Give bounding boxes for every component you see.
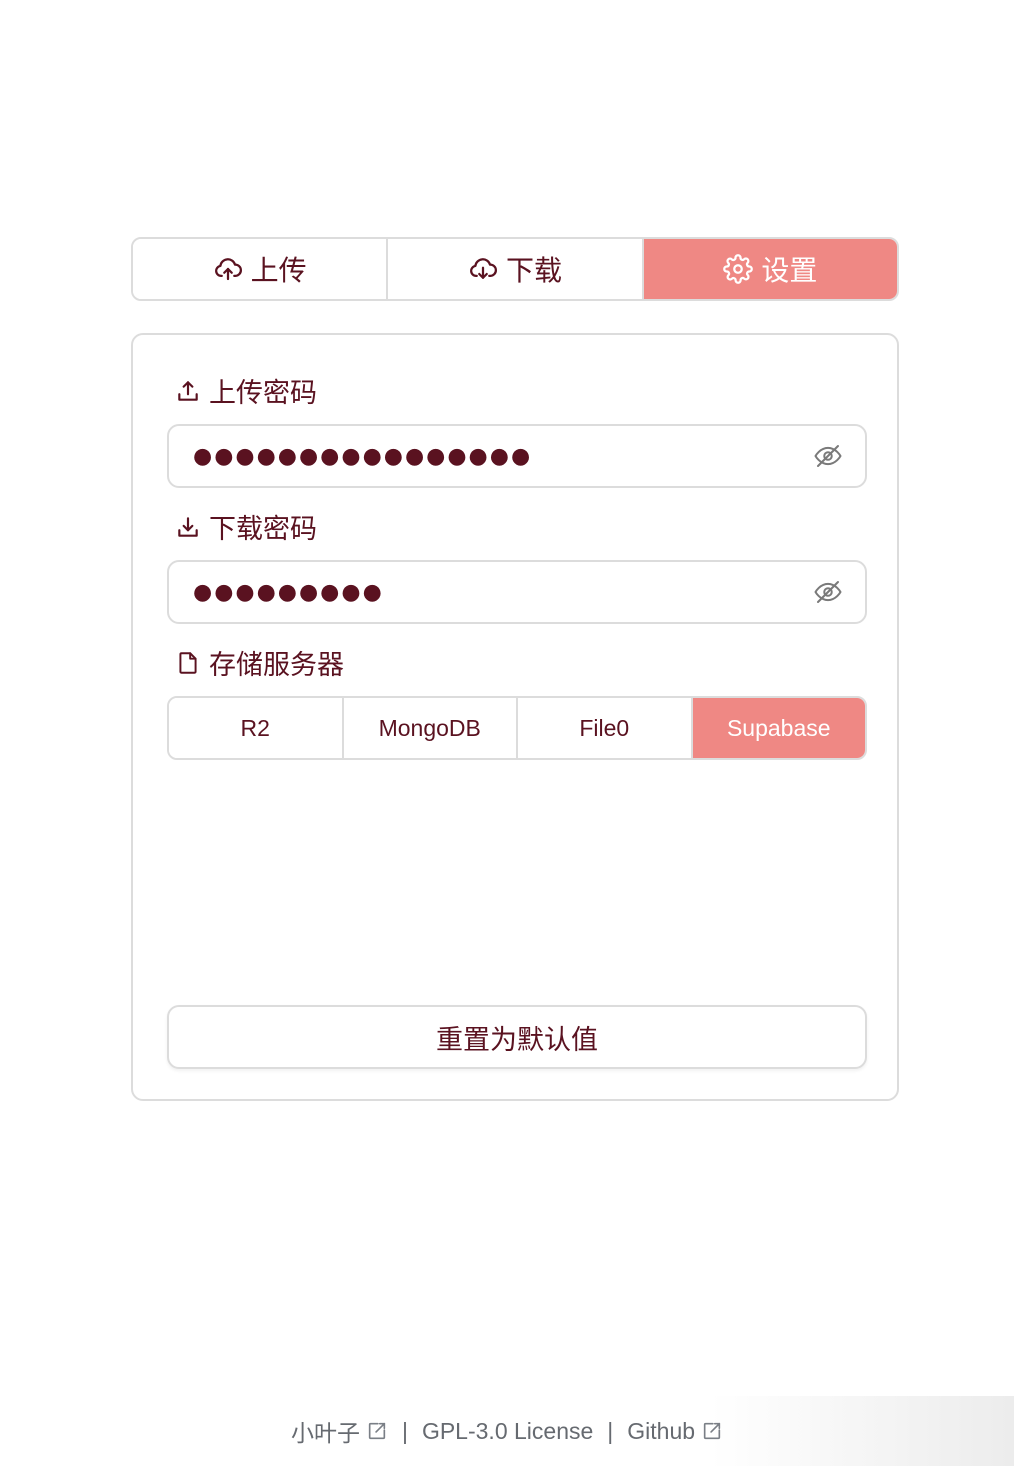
author-link[interactable]: 小叶子 xyxy=(291,1414,388,1448)
tab-download-label: 下载 xyxy=(505,254,562,287)
tab-settings[interactable]: 设置 xyxy=(641,239,897,299)
download-icon xyxy=(178,516,198,537)
main-tabs: 上传 下载 设置 xyxy=(131,237,899,301)
github-link[interactable]: Github xyxy=(627,1418,723,1445)
eye-slash-icon[interactable] xyxy=(813,441,843,471)
tab-settings-label: 设置 xyxy=(761,254,818,287)
storage-option-supabase[interactable]: Supabase xyxy=(690,698,865,758)
storage-server-label-text: 存储服务器 xyxy=(209,650,344,681)
license-link[interactable]: GPL-3.0 License xyxy=(422,1418,593,1445)
eye-slash-icon[interactable] xyxy=(813,577,843,607)
footer-separator: | xyxy=(401,1417,408,1444)
tab-upload-label: 上传 xyxy=(250,254,307,287)
external-link-icon xyxy=(703,1422,721,1440)
file-icon xyxy=(179,651,197,674)
storage-option-r2[interactable]: R2 xyxy=(169,698,342,758)
upload-password-value: ●●●●●●●●●●●●●●●● xyxy=(193,443,533,469)
download-password-value: ●●●●●●●●● xyxy=(193,579,384,605)
download-password-label: 下载密码 xyxy=(175,507,317,546)
footer: 小叶子 | GPL-3.0 License | Github xyxy=(0,1396,1014,1466)
cloud-upload-icon xyxy=(214,258,242,281)
app-root: 上传 下载 设置 上传密码 ●●●●●●●●●●●●●●●● 下载密码 ●●●●… xyxy=(0,0,1014,1466)
external-link-icon xyxy=(368,1422,386,1440)
settings-card: 上传密码 ●●●●●●●●●●●●●●●● 下载密码 ●●●●●●●●● 存储服… xyxy=(131,333,899,1101)
storage-server-label: 存储服务器 xyxy=(175,643,344,682)
github-link-label: Github xyxy=(627,1417,696,1444)
reset-defaults-button[interactable]: 重置为默认值 xyxy=(167,1005,867,1069)
tab-upload[interactable]: 上传 xyxy=(133,239,387,299)
upload-icon xyxy=(178,380,198,401)
upload-password-input[interactable]: ●●●●●●●●●●●●●●●● xyxy=(167,424,867,488)
gear-icon xyxy=(723,254,754,284)
tab-download[interactable]: 下载 xyxy=(386,239,642,299)
download-password-label-text: 下载密码 xyxy=(209,514,317,545)
storage-server-selector: R2 MongoDB File0 Supabase xyxy=(167,696,867,760)
storage-option-mongodb[interactable]: MongoDB xyxy=(341,698,516,758)
cloud-download-icon xyxy=(470,258,497,279)
license-link-label: GPL-3.0 License xyxy=(421,1417,594,1444)
upload-password-label: 上传密码 xyxy=(175,371,317,410)
upload-password-label-text: 上传密码 xyxy=(209,378,317,409)
storage-option-file0[interactable]: File0 xyxy=(516,698,691,758)
footer-separator: | xyxy=(607,1417,614,1444)
download-password-input[interactable]: ●●●●●●●●● xyxy=(167,560,867,624)
author-link-label: 小叶子 xyxy=(290,1420,360,1446)
